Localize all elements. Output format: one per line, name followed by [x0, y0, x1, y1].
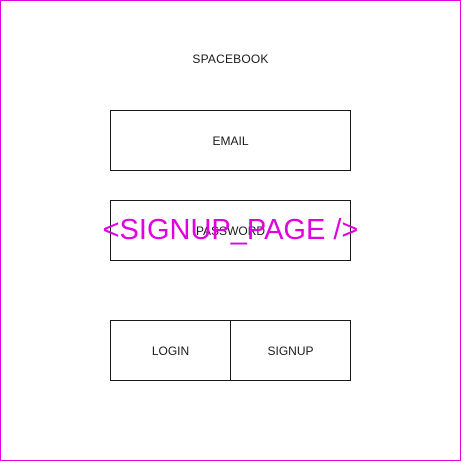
email-field[interactable]: EMAIL: [110, 110, 351, 171]
signup-button-label: SIGNUP: [267, 343, 314, 358]
signup-button[interactable]: SIGNUP: [230, 320, 351, 381]
email-field-label: EMAIL: [212, 133, 249, 148]
password-field-label: PASSWORD: [195, 223, 266, 238]
login-button[interactable]: LOGIN: [110, 320, 231, 381]
login-button-label: LOGIN: [151, 343, 190, 358]
app-title: SPACEBOOK: [192, 52, 269, 66]
password-field[interactable]: PASSWORD: [110, 200, 351, 261]
